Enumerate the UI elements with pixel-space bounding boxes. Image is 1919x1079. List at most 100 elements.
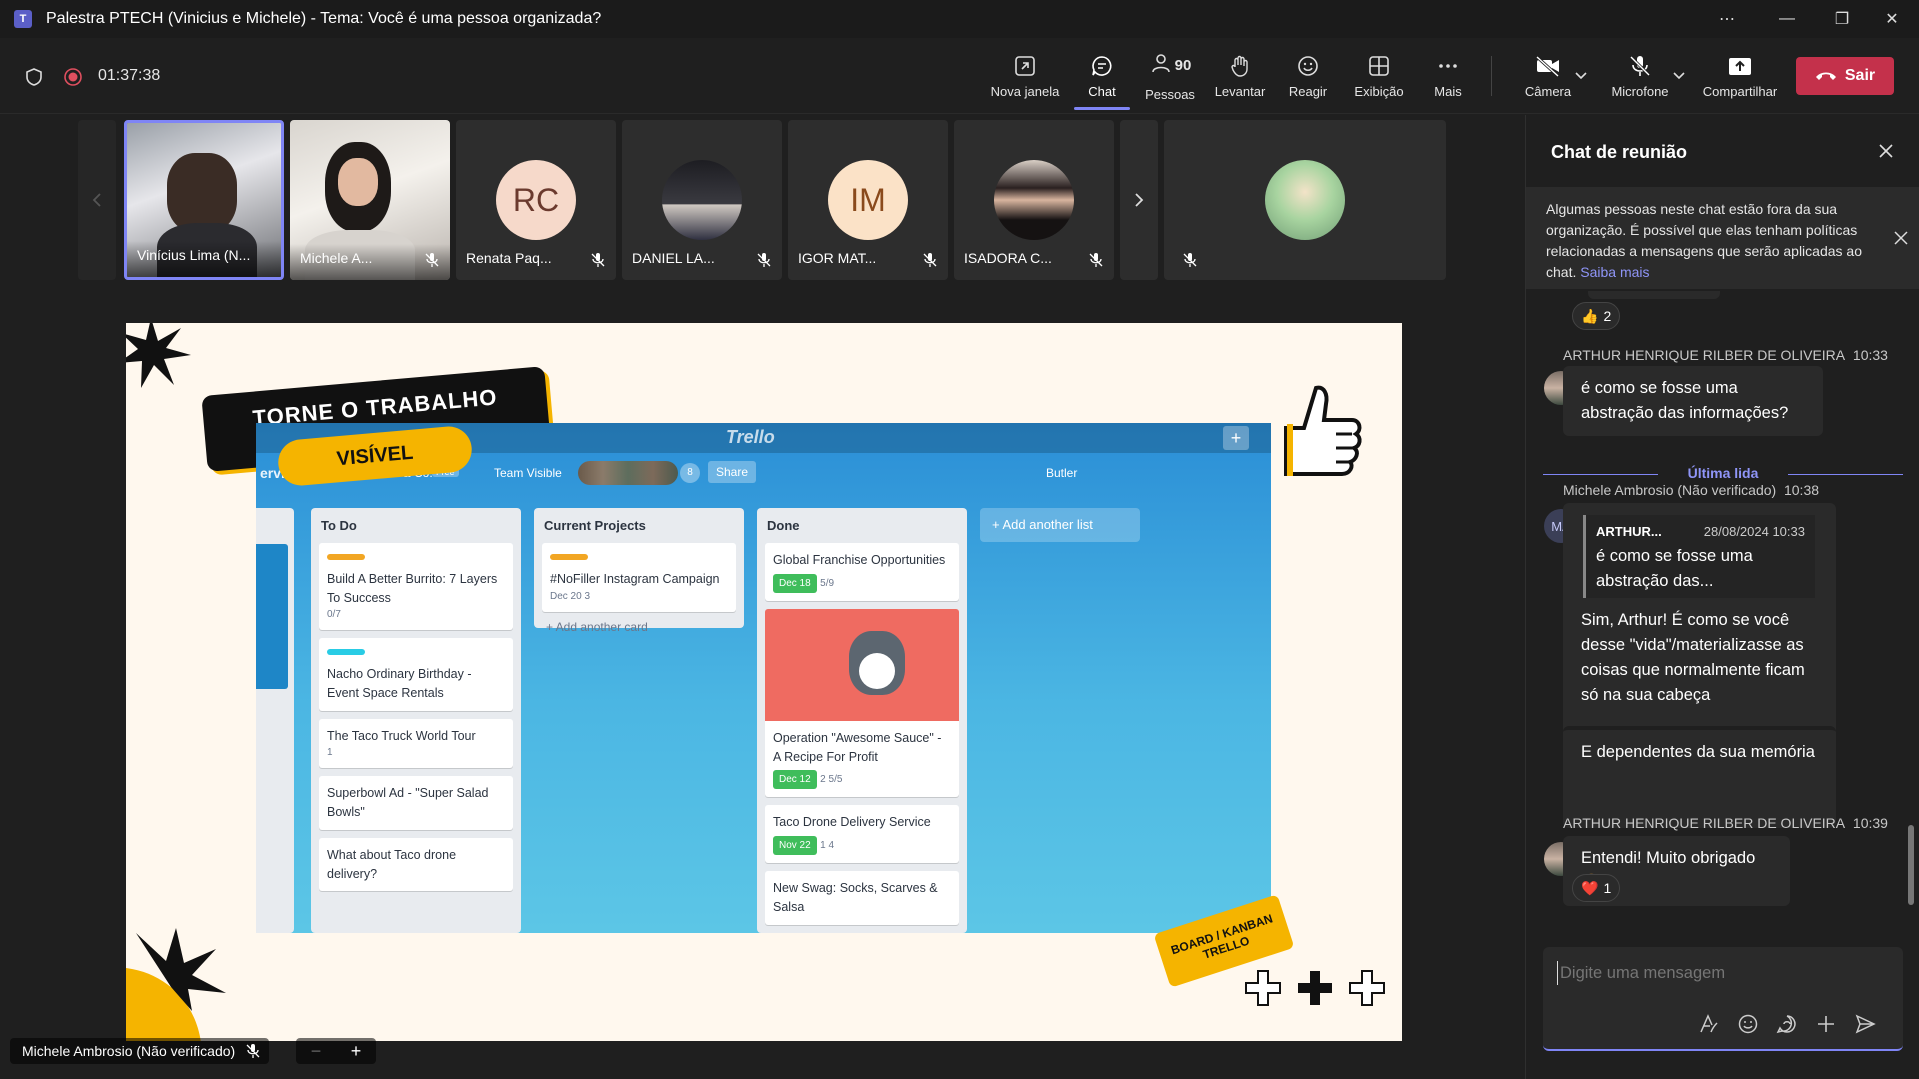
trello-list-title: Done <box>767 518 800 533</box>
card-label <box>550 554 588 560</box>
close-window-icon[interactable]: ✕ <box>1865 0 1919 38</box>
camera-options-chevron-icon[interactable] <box>1574 71 1588 81</box>
leave-button[interactable]: Sair <box>1796 57 1894 95</box>
external-notice: Algumas pessoas neste chat estão fora da… <box>1526 187 1919 289</box>
restore-icon[interactable]: ❐ <box>1815 0 1869 38</box>
people-button[interactable]: 90 Pessoas <box>1140 38 1200 114</box>
zoom-in-icon[interactable]: + <box>351 1041 362 1062</box>
quote-text: é como se fosse uma abstração das... <box>1596 547 1753 590</box>
title-bar: T Palestra PTECH (Vinicius e Michele) - … <box>0 0 1919 38</box>
chat-scrollbar[interactable] <box>1908 825 1914 905</box>
view-label: Exibição <box>1354 83 1404 99</box>
reaction-count: 2 <box>1603 308 1612 324</box>
quoted-message[interactable]: ARTHUR... 28/08/2024 10:33 é como se foss… <box>1583 515 1815 598</box>
strip-prev-button[interactable] <box>78 120 116 280</box>
zoom-controls: − + <box>296 1038 376 1064</box>
shared-screen: TORNE O TRABALHO VISÍVEL Trello + ervi T… <box>126 323 1402 1041</box>
trello-card: Taco Drone Delivery Service Nov 22 1 4 <box>765 805 959 863</box>
trello-list-partial <box>256 508 294 933</box>
card-meta: 1 4 <box>820 840 835 851</box>
participant-tile[interactable]: ISADORA C... <box>954 120 1114 280</box>
participant-name: ISADORA C... <box>964 250 1052 266</box>
people-count: 90 <box>1174 57 1192 74</box>
card-label <box>327 649 365 656</box>
reaction-badge[interactable]: 👍 2 <box>1572 302 1621 330</box>
more-options-icon[interactable]: ⋯ <box>1700 0 1754 38</box>
message-author: ARTHUR HENRIQUE RILBER DE OLIVEIRA 10:39 <box>1563 815 1888 831</box>
card-text: Nacho Ordinary Birthday - Event Space Re… <box>327 667 472 700</box>
more-button[interactable]: Mais <box>1420 38 1476 114</box>
strip-next-button[interactable] <box>1120 120 1158 280</box>
message-time: 10:39 <box>1852 815 1888 831</box>
mic-muted-icon <box>757 253 771 267</box>
new-window-button[interactable]: Nova janela <box>985 38 1065 114</box>
trello-card: Nacho Ordinary Birthday - Event Space Re… <box>319 638 513 711</box>
recording-icon <box>64 68 82 86</box>
close-notice-icon[interactable] <box>1894 231 1908 245</box>
trello-card: New Swag: Socks, Scarves & Salsa <box>765 871 959 925</box>
participant-tile[interactable] <box>1164 120 1446 280</box>
loop-component-icon[interactable] <box>1776 1013 1798 1035</box>
window-title: Palestra PTECH (Vinicius e Michele) - Te… <box>46 10 602 27</box>
share-icon <box>1729 57 1751 75</box>
view-button[interactable]: Exibição <box>1346 38 1412 114</box>
trello-list: Current Projects #NoFiller Instagram Cam… <box>534 508 744 634</box>
card-text: What about Taco drone delivery? <box>327 847 457 881</box>
people-icon <box>1151 53 1170 72</box>
camera-off-icon <box>1535 55 1560 77</box>
card-meta: Dec 20 3 <box>550 590 591 602</box>
zoom-out-icon[interactable]: − <box>311 1041 322 1062</box>
participant-tile[interactable]: IM IGOR MAT... <box>788 120 948 280</box>
send-icon[interactable] <box>1854 1013 1876 1035</box>
message-input[interactable] <box>1557 961 1887 985</box>
author-name: Michele Ambrosio (Não verificado) <box>1563 482 1777 498</box>
emoji-icon[interactable] <box>1737 1013 1759 1035</box>
trello-add-list: + Add another list <box>980 508 1140 542</box>
react-button[interactable]: Reagir <box>1280 38 1336 114</box>
mic-muted-icon <box>923 253 937 267</box>
participant-tile[interactable]: RC Renata Paq... <box>456 120 616 280</box>
leave-label: Sair <box>1844 67 1876 84</box>
card-text: Build A Better Burrito: 7 Layers To Succ… <box>327 571 498 605</box>
participant-tile[interactable]: Vinícius Lima (N... <box>124 120 284 280</box>
react-icon <box>1298 55 1318 76</box>
learn-more-link[interactable]: Saiba mais <box>1580 264 1649 280</box>
trello-member-avatars <box>578 461 678 485</box>
mic-muted-icon <box>1183 253 1197 267</box>
participant-tile[interactable]: Michele A... <box>290 120 450 280</box>
shield-icon[interactable] <box>24 67 44 87</box>
attach-plus-icon[interactable] <box>1815 1013 1837 1035</box>
minimize-icon[interactable]: — <box>1760 0 1814 38</box>
toolbar-divider <box>1491 56 1492 96</box>
chat-label: Chat <box>1088 83 1116 99</box>
person-face <box>338 158 378 206</box>
card-cover-image <box>765 608 959 721</box>
reaction-emoji: ❤️ <box>1581 879 1599 896</box>
chat-button[interactable]: Chat <box>1070 38 1134 114</box>
microphone-options-chevron-icon[interactable] <box>1672 71 1686 81</box>
microphone-label: Microfone <box>1611 83 1669 99</box>
close-icon[interactable] <box>1878 143 1894 159</box>
participant-tile[interactable]: DANIEL LA... <box>622 120 782 280</box>
share-button[interactable]: Compartilhar <box>1695 38 1785 114</box>
microphone-button[interactable]: Microfone <box>1600 38 1680 114</box>
card-text: Global Franchise Opportunities <box>773 553 946 567</box>
notice-text: Algumas pessoas neste chat estão fora da… <box>1546 199 1876 283</box>
thumbs-up-decoration <box>1284 385 1362 476</box>
participant-avatar: RC <box>496 160 576 240</box>
message-composer[interactable] <box>1543 947 1903 1051</box>
raise-hand-icon <box>1231 55 1248 77</box>
format-icon[interactable] <box>1698 1013 1720 1035</box>
card-meta: 2 5/5 <box>820 774 843 786</box>
raise-hand-button[interactable]: Levantar <box>1208 38 1272 114</box>
message-bubble: E dependentes da sua memória <box>1563 726 1836 794</box>
card-meta: 0/7 <box>327 609 341 621</box>
reaction-badge[interactable]: ❤️ 1 <box>1572 874 1621 902</box>
new-window-label: Nova janela <box>990 83 1060 99</box>
divider-line <box>1788 474 1903 475</box>
trello-card: Global Franchise Opportunities Dec 18 5/9 <box>765 543 959 601</box>
last-read-label: Última lida <box>1687 465 1759 481</box>
message-text: Sim, Arthur! É como se você desse "vida"… <box>1581 611 1805 704</box>
trello-add-icon: + <box>1223 426 1249 450</box>
trello-visibility: Team Visible <box>494 466 562 480</box>
